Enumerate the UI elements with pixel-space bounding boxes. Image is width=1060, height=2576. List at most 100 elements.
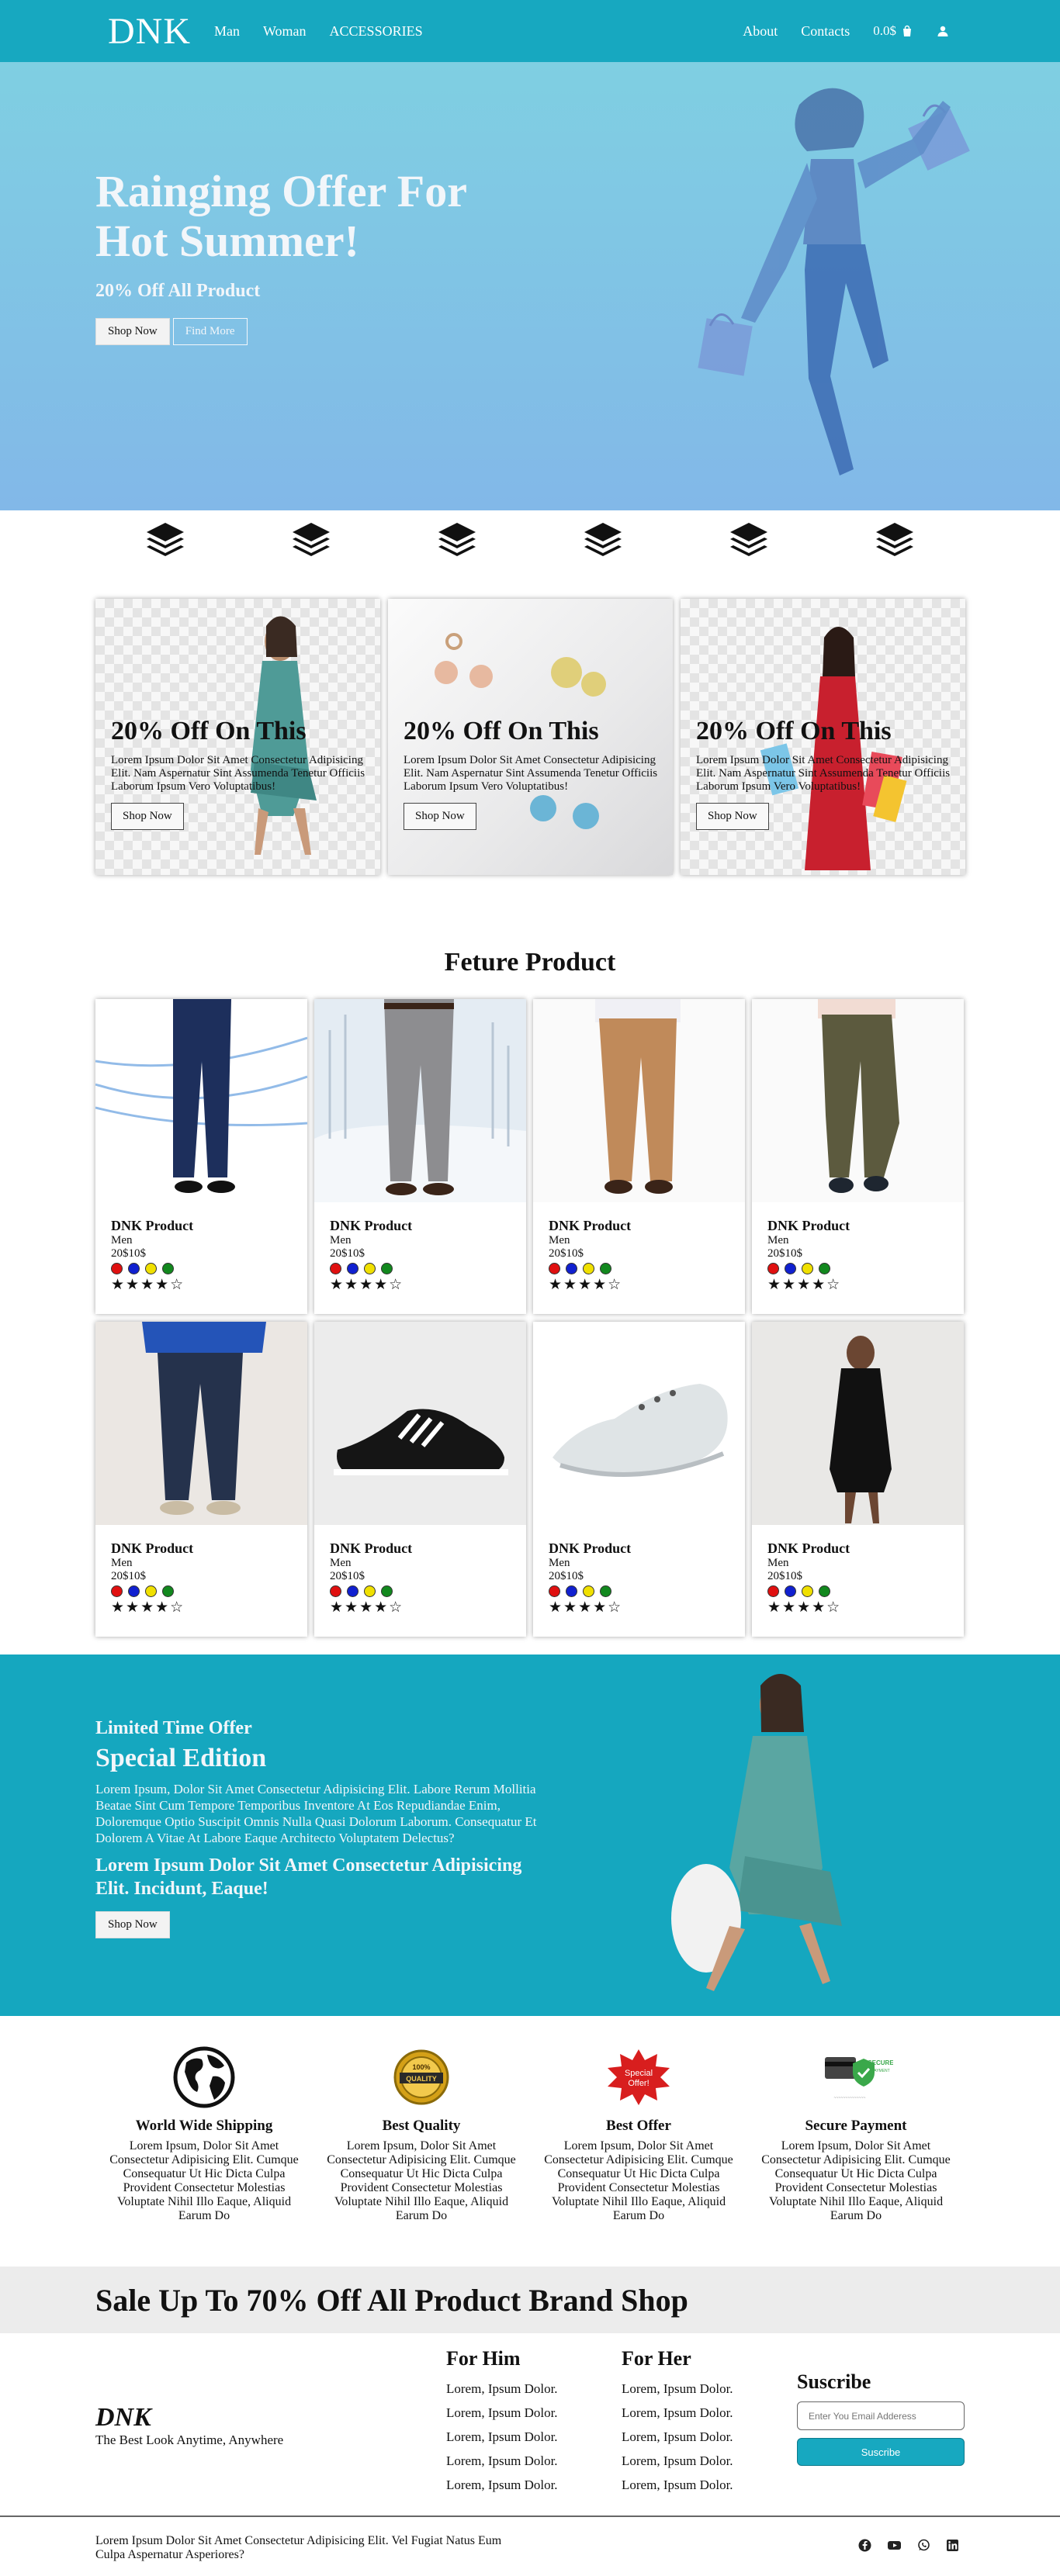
color-swatch-green[interactable]	[600, 1585, 611, 1597]
color-swatch-green[interactable]	[162, 1585, 174, 1597]
color-swatch-green[interactable]	[600, 1263, 611, 1274]
product-name[interactable]: DNK Product	[330, 1540, 511, 1557]
color-swatch-blue[interactable]	[785, 1585, 796, 1597]
color-swatch-yellow[interactable]	[364, 1585, 376, 1597]
product-image[interactable]	[95, 1322, 307, 1525]
promo-shop-now-button[interactable]: Shop Now	[95, 1911, 170, 1938]
user-icon[interactable]	[937, 25, 949, 37]
color-swatch-blue[interactable]	[566, 1585, 577, 1597]
color-swatch-blue[interactable]	[347, 1585, 359, 1597]
footer-link[interactable]: Lorem, Ipsum Dolor.	[622, 2377, 733, 2401]
nav-link-contacts[interactable]: Contacts	[801, 23, 850, 40]
footer-link[interactable]: Lorem, Ipsum Dolor.	[622, 2401, 733, 2425]
product-image[interactable]	[533, 1322, 745, 1525]
layers-icon[interactable]	[676, 521, 822, 558]
product-name[interactable]: DNK Product	[549, 1540, 729, 1557]
color-swatch-red[interactable]	[111, 1263, 123, 1274]
layers-icon[interactable]	[384, 521, 530, 558]
youtube-icon[interactable]	[887, 2539, 902, 2552]
product-card[interactable]: DNK Product Men 20$10$ ★★★★☆	[314, 1322, 526, 1637]
footer-link[interactable]: Lorem, Ipsum Dolor.	[446, 2401, 558, 2425]
offer-shop-now-button[interactable]: Shop Now	[696, 803, 769, 830]
product-price: 20$10$	[330, 1570, 365, 1582]
product-image[interactable]	[314, 999, 526, 1202]
color-swatch-green[interactable]	[819, 1585, 830, 1597]
footer-link[interactable]: Lorem, Ipsum Dolor.	[446, 2377, 558, 2401]
footer-link[interactable]: Lorem, Ipsum Dolor.	[622, 2425, 733, 2449]
color-swatch-red[interactable]	[767, 1263, 779, 1274]
color-swatch-red[interactable]	[330, 1585, 341, 1597]
layers-icon[interactable]	[238, 521, 384, 558]
color-swatch-yellow[interactable]	[802, 1585, 813, 1597]
color-swatch-red[interactable]	[330, 1263, 341, 1274]
product-card[interactable]: DNK Product Men 20$10$ ★★★★☆	[533, 999, 745, 1314]
product-name[interactable]: DNK Product	[767, 1540, 948, 1557]
product-image[interactable]	[752, 1322, 964, 1525]
hero-shop-now-button[interactable]: Shop Now	[95, 318, 170, 345]
product-card[interactable]: DNK Product Men 20$10$ ★★★★☆	[95, 1322, 307, 1637]
color-swatch-blue[interactable]	[785, 1263, 796, 1274]
color-swatch-red[interactable]	[111, 1585, 123, 1597]
footer-link[interactable]: Lorem, Ipsum Dolor.	[622, 2449, 733, 2473]
footer-link[interactable]: Lorem, Ipsum Dolor.	[446, 2473, 558, 2497]
color-swatch-red[interactable]	[767, 1585, 779, 1597]
nav-link-accessories[interactable]: ACCESSORIES	[330, 23, 423, 40]
product-name[interactable]: DNK Product	[767, 1218, 948, 1234]
color-swatch-green[interactable]	[819, 1263, 830, 1274]
color-swatch-yellow[interactable]	[364, 1263, 376, 1274]
layers-icon[interactable]	[822, 521, 968, 558]
color-swatch-blue[interactable]	[347, 1263, 359, 1274]
nav-link-woman[interactable]: Woman	[263, 23, 307, 40]
product-image[interactable]	[533, 999, 745, 1202]
color-swatch-green[interactable]	[381, 1585, 393, 1597]
nav-link-about[interactable]: About	[743, 23, 778, 40]
layers-icon[interactable]	[92, 521, 238, 558]
color-swatch-red[interactable]	[549, 1585, 560, 1597]
product-name[interactable]: DNK Product	[111, 1540, 292, 1557]
brand-logo[interactable]: DNK	[108, 10, 191, 53]
linkedin-icon[interactable]	[946, 2539, 959, 2552]
facebook-icon[interactable]	[858, 2539, 871, 2552]
product-card[interactable]: DNK Product Men 20$10$ ★★★★☆	[752, 1322, 964, 1637]
product-image[interactable]	[752, 999, 964, 1202]
offer-cards: 20% Off On This Lorem Ipsum Dolor Sit Am…	[95, 599, 965, 875]
subscribe-email-input[interactable]	[797, 2401, 965, 2430]
color-swatch-blue[interactable]	[128, 1263, 140, 1274]
subscribe-button[interactable]: Suscribe	[797, 2438, 965, 2466]
product-card[interactable]: DNK Product Men 20$10$ ★★★★☆	[752, 999, 964, 1314]
product-image[interactable]	[95, 999, 307, 1202]
color-swatch-blue[interactable]	[128, 1585, 140, 1597]
color-swatch-yellow[interactable]	[583, 1585, 594, 1597]
product-name[interactable]: DNK Product	[111, 1218, 292, 1234]
color-swatch-blue[interactable]	[566, 1263, 577, 1274]
product-image[interactable]	[314, 1322, 526, 1525]
product-card[interactable]: DNK Product Men 20$10$ ★★★★☆	[95, 999, 307, 1314]
cart-button[interactable]: 0.0$	[873, 23, 913, 39]
color-swatch-yellow[interactable]	[583, 1263, 594, 1274]
layers-icon[interactable]	[530, 521, 676, 558]
offer-description: Lorem Ipsum Dolor Sit Amet Consectetur A…	[111, 754, 365, 793]
color-swatch-yellow[interactable]	[145, 1585, 157, 1597]
special-offer-icon: SpecialOffer!	[608, 2049, 670, 2105]
offer-shop-now-button[interactable]: Shop Now	[111, 803, 184, 830]
whatsapp-icon[interactable]	[917, 2539, 930, 2552]
color-swatch-green[interactable]	[162, 1263, 174, 1274]
color-swatch-yellow[interactable]	[802, 1263, 813, 1274]
product-category: Men	[330, 1234, 352, 1247]
product-name[interactable]: DNK Product	[330, 1218, 511, 1234]
footer-logo[interactable]: DNK	[95, 2403, 283, 2433]
promo-subtitle: Lorem Ipsum Dolor Sit Amet Consectetur A…	[95, 1855, 522, 1899]
footer-link[interactable]: Lorem, Ipsum Dolor.	[446, 2425, 558, 2449]
color-swatch-red[interactable]	[549, 1263, 560, 1274]
offer-shop-now-button[interactable]: Shop Now	[404, 803, 476, 830]
product-card[interactable]: DNK Product Men 20$10$ ★★★★☆	[533, 1322, 745, 1637]
footer-link[interactable]: Lorem, Ipsum Dolor.	[446, 2449, 558, 2473]
product-card[interactable]: DNK Product Men 20$10$ ★★★★☆	[314, 999, 526, 1314]
hero-find-more-button[interactable]: Find More	[172, 318, 248, 345]
product-name[interactable]: DNK Product	[549, 1218, 729, 1234]
nav-link-man[interactable]: Man	[214, 23, 240, 40]
color-swatch-yellow[interactable]	[145, 1263, 157, 1274]
footer-link[interactable]: Lorem, Ipsum Dolor.	[622, 2473, 733, 2497]
color-swatch-green[interactable]	[381, 1263, 393, 1274]
product-info: DNK Product Men 20$10$ ★★★★☆	[752, 1202, 964, 1309]
